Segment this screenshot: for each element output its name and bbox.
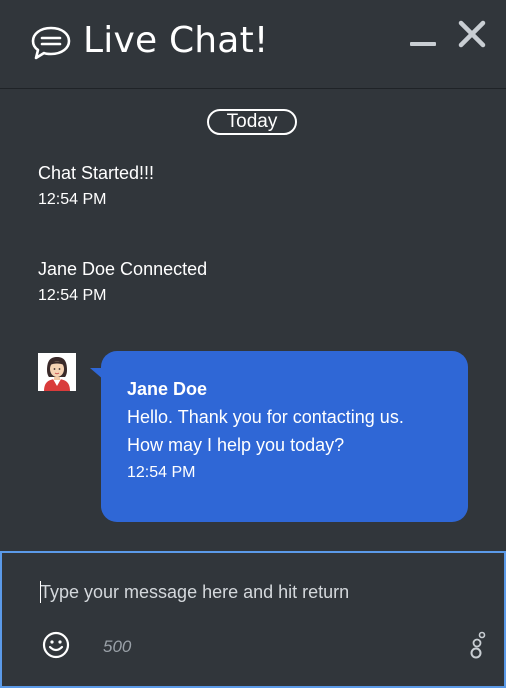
agent-avatar bbox=[38, 353, 76, 391]
system-message-text: Chat Started!!! bbox=[38, 163, 155, 183]
chat-title: Live Chat! bbox=[83, 20, 269, 61]
bubbles-icon[interactable] bbox=[467, 631, 487, 659]
agent-message-bubble: Jane Doe Hello. Thank you for contacting… bbox=[101, 351, 468, 522]
system-message-text: Jane Doe Connected bbox=[38, 259, 208, 279]
message-timestamp: 12:54 PM bbox=[38, 287, 107, 304]
text-caret bbox=[40, 581, 41, 603]
message-composer: 500 bbox=[0, 551, 506, 688]
message-timestamp: 12:54 PM bbox=[127, 464, 196, 481]
chat-header: Live Chat! bbox=[0, 0, 506, 89]
smiley-icon[interactable] bbox=[42, 631, 70, 659]
message-list: Today Chat Started!!! 12:54 PM Jane Doe … bbox=[0, 90, 506, 550]
message-line: Hello. Thank you for contacting us. bbox=[127, 407, 404, 427]
chat-bubble-icon bbox=[31, 26, 71, 60]
message-input[interactable] bbox=[40, 578, 460, 606]
message-sender: Jane Doe bbox=[127, 379, 208, 399]
message-body: Hello. Thank you for contacting us. How … bbox=[127, 403, 442, 459]
message-line: How may I help you today? bbox=[127, 435, 345, 455]
close-icon[interactable] bbox=[456, 18, 488, 50]
message-timestamp: 12:54 PM bbox=[38, 191, 107, 208]
agent-avatar-image bbox=[38, 353, 76, 391]
date-divider: Today bbox=[207, 109, 297, 135]
character-limit: 500 bbox=[103, 637, 132, 656]
system-message: Chat Started!!! 12:54 PM bbox=[38, 162, 154, 210]
minimize-icon bbox=[410, 42, 436, 46]
system-message: Jane Doe Connected 12:54 PM bbox=[38, 258, 207, 306]
live-chat-window: Live Chat! Today Chat Started!!! 12:54 P… bbox=[0, 0, 506, 688]
minimize-button[interactable] bbox=[408, 30, 438, 60]
